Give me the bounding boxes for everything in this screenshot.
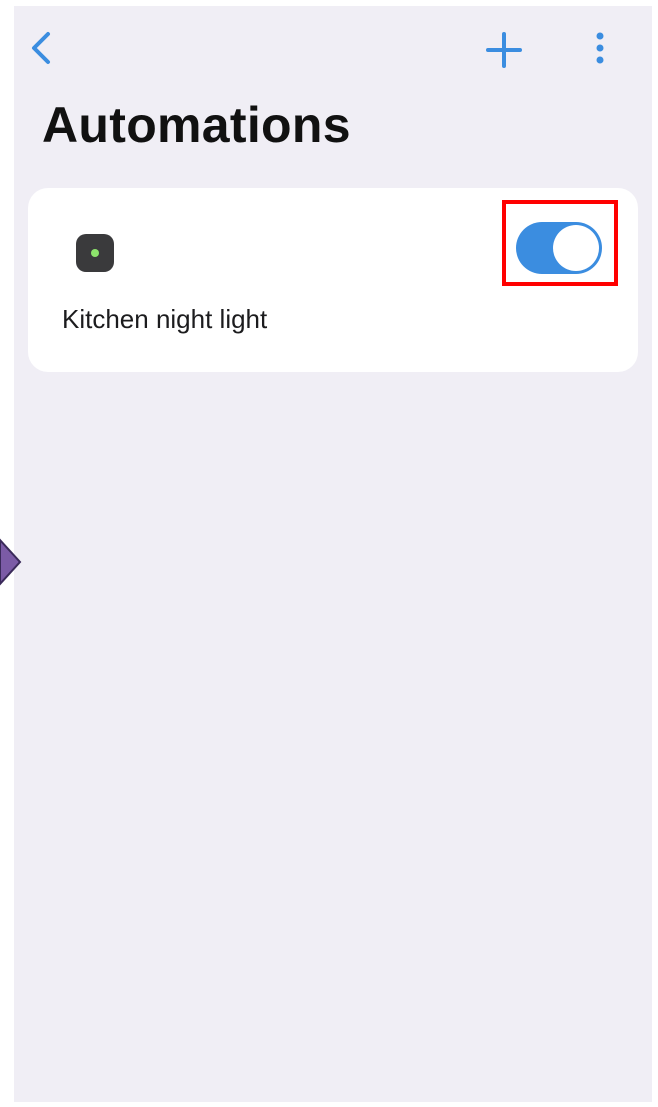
- device-icon: [76, 234, 114, 272]
- device-status-dot: [91, 249, 99, 257]
- plus-icon: [486, 32, 522, 68]
- page-title: Automations: [42, 97, 351, 153]
- automation-name: Kitchen night light: [62, 304, 268, 334]
- more-options-button[interactable]: [586, 28, 614, 72]
- add-automation-button[interactable]: [482, 28, 526, 72]
- automations-screen: Automations Kitchen night light: [14, 6, 652, 1102]
- back-button[interactable]: [26, 28, 58, 68]
- toggle-highlight-box: [502, 200, 618, 286]
- top-bar: [14, 6, 652, 96]
- side-arrow-icon: [0, 538, 22, 586]
- more-vertical-icon: [596, 32, 604, 64]
- chevron-left-icon: [32, 32, 50, 64]
- automation-card[interactable]: Kitchen night light: [28, 188, 638, 372]
